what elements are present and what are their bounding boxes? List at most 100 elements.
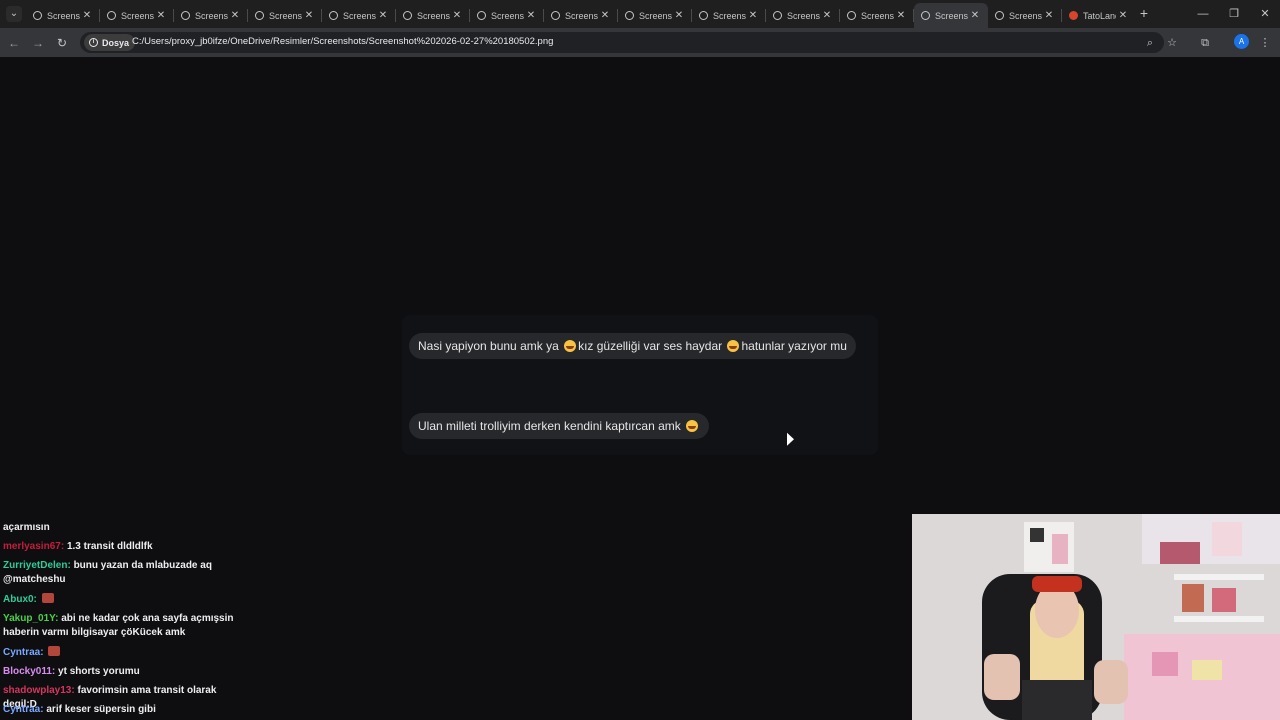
chat-text: arif keser süpersin gibi xyxy=(46,704,156,715)
message-text: Ulan milleti trolliyim derken kendini ka… xyxy=(418,419,685,433)
globe-icon xyxy=(699,11,708,20)
globe-icon xyxy=(477,11,486,20)
new-tab-button[interactable]: + xyxy=(1136,5,1152,21)
close-icon[interactable]: ✕ xyxy=(228,10,242,21)
tab-title: Screenshot xyxy=(269,10,302,21)
globe-icon xyxy=(551,11,560,20)
chat-username: Abux0: xyxy=(3,594,37,605)
profile-avatar[interactable]: A xyxy=(1234,34,1249,49)
globe-icon xyxy=(329,11,338,20)
chat-username: Cyntraa: xyxy=(3,647,44,658)
tab-search-button[interactable]: ⌄ xyxy=(6,6,22,22)
screenshot-image: Nasi yapiyon bunu amk ya kız güzelliği v… xyxy=(402,315,878,455)
browser-tab[interactable]: Screenshot✕ xyxy=(544,3,618,28)
tab-list: Screenshot✕ Screenshot✕ Screenshot✕ Scre… xyxy=(26,3,1136,28)
tab-title: Screenshot xyxy=(343,10,376,21)
close-icon[interactable]: ✕ xyxy=(524,10,538,21)
globe-icon xyxy=(181,11,190,20)
globe-icon xyxy=(255,11,264,20)
minimize-icon[interactable]: — xyxy=(1192,6,1214,22)
tab-title: Screenshot xyxy=(713,10,746,21)
browser-tab[interactable]: Screenshot✕ xyxy=(322,3,396,28)
url-text[interactable]: C:/Users/proxy_jb0ifze/OneDrive/Resimler… xyxy=(132,36,553,47)
browser-tab[interactable]: Screenshot✕ xyxy=(100,3,174,28)
message-text: kız güzelliği var ses haydar xyxy=(578,339,726,353)
message-text: hatunlar yazıyor mu xyxy=(741,339,847,353)
chat-message: Blocky011: yt shorts yorumu xyxy=(3,665,248,679)
bookmark-star-icon[interactable]: ☆ xyxy=(1163,34,1181,52)
zoom-icon[interactable]: ⌕ xyxy=(1141,34,1159,52)
tab-title: Screenshot xyxy=(491,10,524,21)
chat-message: açarmısın xyxy=(3,521,248,535)
chat-message: Cyntraa: arif keser süpersin gibi xyxy=(3,703,248,717)
globe-icon xyxy=(33,11,42,20)
extensions-icon[interactable]: ⧉ xyxy=(1196,34,1214,52)
reddit-icon xyxy=(1069,11,1078,20)
browser-tab[interactable]: Screenshot✕ xyxy=(988,3,1062,28)
close-icon[interactable]: ✕ xyxy=(672,10,686,21)
restore-icon[interactable]: ❐ xyxy=(1223,6,1245,22)
browser-tab[interactable]: Screenshot✕ xyxy=(26,3,100,28)
tab-title: Screenshot xyxy=(121,10,154,21)
reload-icon[interactable]: ↻ xyxy=(53,34,71,52)
tab-strip: ⌄ Screenshot✕ Screenshot✕ Screenshot✕ Sc… xyxy=(0,0,1280,28)
browser-tab[interactable]: Screenshot✕ xyxy=(692,3,766,28)
stream-chat: açarmısın merlyasin67: 1.3 transit dldld… xyxy=(0,513,250,720)
info-icon: i xyxy=(89,38,98,47)
browser-tab[interactable]: TatoLand✕ xyxy=(1062,3,1136,28)
mouse-cursor-icon xyxy=(787,432,794,449)
browser-tab-active[interactable]: Screenshot✕ xyxy=(914,3,988,28)
chat-username: Cyntraa: xyxy=(3,704,44,715)
close-icon[interactable]: ✕ xyxy=(376,10,390,21)
close-icon[interactable]: ✕ xyxy=(154,10,168,21)
browser-tab[interactable]: Screenshot✕ xyxy=(618,3,692,28)
close-icon[interactable]: ✕ xyxy=(968,10,982,21)
browser-toolbar: ← → ↻ i Dosya C:/Users/proxy_jb0ifze/OneD… xyxy=(0,28,1280,57)
menu-kebab-icon[interactable]: ⋮ xyxy=(1256,34,1274,52)
close-icon[interactable]: ✕ xyxy=(598,10,612,21)
webcam-scene xyxy=(912,514,1280,720)
globe-icon xyxy=(107,11,116,20)
tab-title: TatoLand xyxy=(1083,10,1116,21)
chat-message: Yakup_01Y: abi ne kadar çok ana sayfa aç… xyxy=(3,612,248,640)
browser-tab[interactable]: Screenshot✕ xyxy=(840,3,914,28)
browser-tab[interactable]: Screenshot✕ xyxy=(248,3,322,28)
globe-icon xyxy=(921,11,930,20)
browser-tab[interactable]: Screenshot✕ xyxy=(470,3,544,28)
chat-text: yt shorts yorumu xyxy=(58,666,140,677)
tab-title: Screenshot xyxy=(935,10,968,21)
chat-username: ZurriyetDelen: xyxy=(3,560,71,571)
tab-title: Screenshot xyxy=(195,10,228,21)
chat-username: shadowplay13: xyxy=(3,685,75,696)
close-icon[interactable]: ✕ xyxy=(450,10,464,21)
close-icon[interactable]: ✕ xyxy=(1042,10,1056,21)
emote-icon xyxy=(48,646,61,656)
chat-message: Cyntraa: xyxy=(3,646,248,660)
chat-text: 1.3 transit dldldlfk xyxy=(66,541,153,552)
browser-tab[interactable]: Screenshot✕ xyxy=(396,3,470,28)
tab-title: Screenshot xyxy=(1009,10,1042,21)
close-icon[interactable]: ✕ xyxy=(302,10,316,21)
address-bar[interactable]: i Dosya C:/Users/proxy_jb0ifze/OneDrive/R… xyxy=(80,32,1164,53)
globe-icon xyxy=(995,11,1004,20)
chat-username: Blocky011: xyxy=(3,666,56,677)
tab-title: Screenshot xyxy=(47,10,80,21)
chat-text: açarmısın xyxy=(3,522,50,533)
close-icon[interactable]: ✕ xyxy=(746,10,760,21)
chip-label: Dosya xyxy=(102,37,130,48)
window-close-icon[interactable]: ✕ xyxy=(1254,6,1276,22)
browser-tab[interactable]: Screenshot✕ xyxy=(174,3,248,28)
chat-message: ZurriyetDelen: bunu yazan da mlabuzade a… xyxy=(3,559,248,587)
chat-message: Abux0: xyxy=(3,593,248,607)
close-icon[interactable]: ✕ xyxy=(894,10,908,21)
globe-icon xyxy=(625,11,634,20)
rofl-emoji-icon xyxy=(686,420,699,432)
forward-arrow-icon[interactable]: → xyxy=(29,34,47,52)
close-icon[interactable]: ✕ xyxy=(80,10,94,21)
browser-tab[interactable]: Screenshot✕ xyxy=(766,3,840,28)
close-icon[interactable]: ✕ xyxy=(1116,10,1130,21)
close-icon[interactable]: ✕ xyxy=(820,10,834,21)
back-arrow-icon[interactable]: ← xyxy=(5,34,23,52)
site-info-chip[interactable]: i Dosya xyxy=(84,34,136,51)
message-bubble: Nasi yapiyon bunu amk ya kız güzelliği v… xyxy=(409,333,856,359)
